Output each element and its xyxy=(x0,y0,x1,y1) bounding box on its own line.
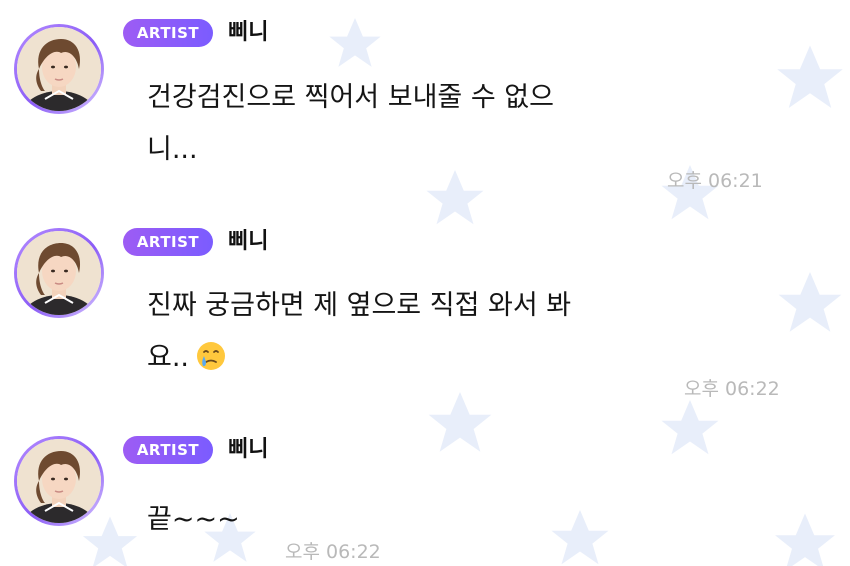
artist-badge: ARTIST xyxy=(123,436,213,464)
avatar[interactable] xyxy=(14,228,104,318)
message-text: 건강검진으로 찍어서 보내줄 수 없으 니... xyxy=(147,82,554,165)
sender-name: 삐니 xyxy=(228,229,269,254)
message-text: 진짜 궁금하면 제 옆으로 직접 와서 봐 요.. xyxy=(147,280,667,390)
avatar-photo xyxy=(17,27,101,111)
artist-badge: ARTIST xyxy=(123,228,213,256)
message-timestamp: 오후 06:22 xyxy=(285,541,381,563)
message-text: 끝~~~ xyxy=(147,504,240,535)
avatar-photo xyxy=(17,231,101,315)
chat-message-list: ARTIST 삐니 건강검진으로 찍어서 보내줄 수 없으 니... 오후 06… xyxy=(0,0,850,566)
avatar[interactable] xyxy=(14,436,104,526)
artist-badge: ARTIST xyxy=(123,19,213,47)
message-timestamp: 오후 06:21 xyxy=(667,170,763,192)
sender-name: 삐니 xyxy=(228,437,269,462)
sender-name: 삐니 xyxy=(228,20,269,45)
avatar[interactable] xyxy=(14,24,104,114)
crying-face-emoji xyxy=(195,338,227,390)
avatar-photo xyxy=(17,439,101,523)
message-timestamp: 오후 06:22 xyxy=(684,378,780,400)
